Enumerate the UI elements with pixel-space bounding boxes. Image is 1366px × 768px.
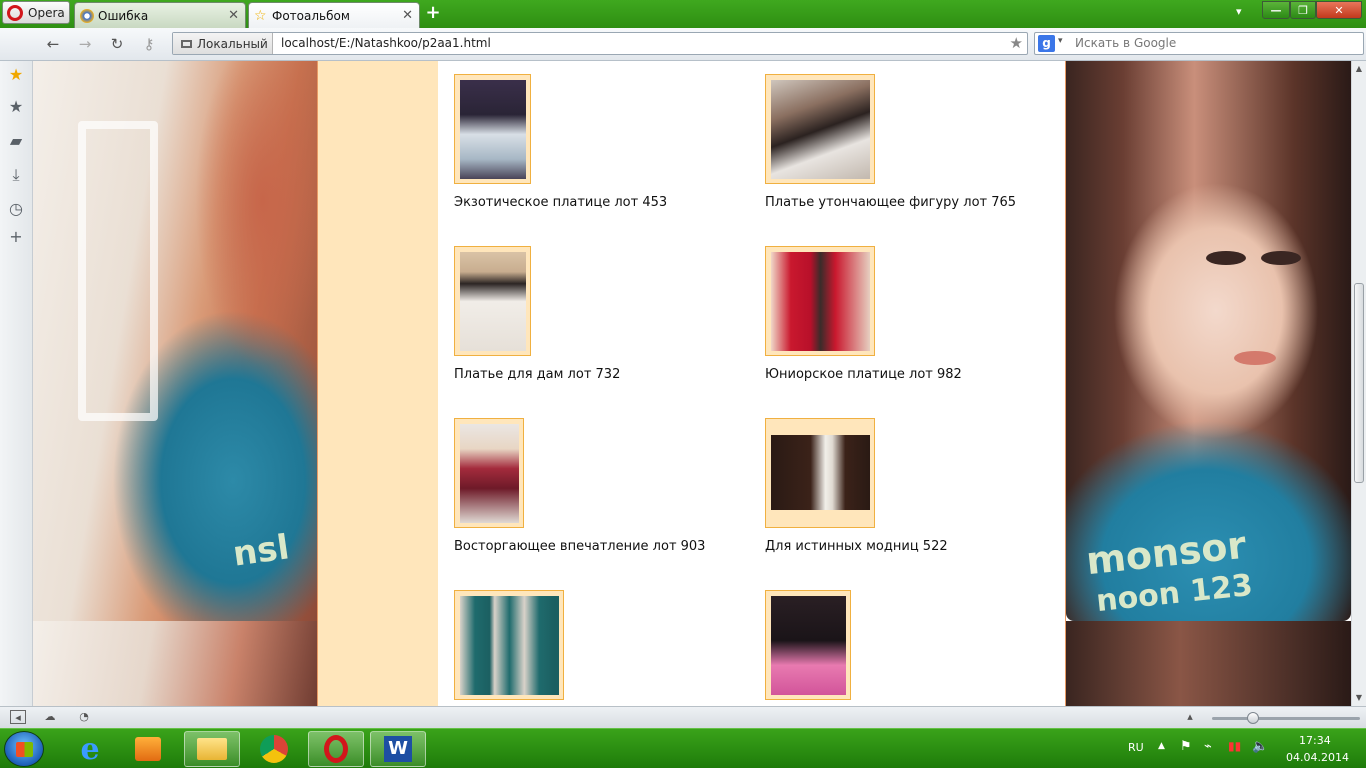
dress-photo (460, 80, 526, 179)
windows-logo-icon (16, 742, 33, 757)
power-plug-icon[interactable]: ⌁ (1204, 739, 1212, 754)
side-panel: ★ ★ ▰ ⤓ ◷ + (0, 61, 33, 706)
background-photo-right: monsor noon 123 (1066, 61, 1351, 621)
close-icon[interactable]: ✕ (402, 8, 413, 23)
word-icon[interactable]: W (370, 731, 426, 767)
zoom-slider-track[interactable] (1212, 717, 1360, 720)
network-signal-icon[interactable]: ▮▮ (1228, 739, 1241, 753)
close-icon[interactable]: ✕ (228, 8, 239, 23)
language-indicator[interactable]: RU (1128, 741, 1144, 754)
media-player-icon[interactable] (120, 731, 176, 767)
back-button[interactable]: ← (42, 34, 64, 54)
tab-error[interactable]: Ошибка ✕ (74, 2, 246, 28)
forward-button[interactable]: → (74, 34, 96, 54)
photo-thumbnail[interactable] (765, 590, 851, 700)
browser-titlebar: Opera Ошибка ✕ ☆ Фотоальбом ✕ + ▾ — ❐ ✕ (0, 0, 1366, 29)
scroll-down-arrow-icon[interactable]: ▼ (1354, 693, 1364, 702)
close-window-button[interactable]: ✕ (1316, 1, 1362, 19)
photo-thumbnail[interactable] (454, 74, 531, 184)
photo-thumbnail[interactable] (454, 418, 524, 528)
minimize-button[interactable]: — (1262, 1, 1290, 19)
bookmark-star-icon[interactable]: ★ (1010, 34, 1023, 52)
add-panel-icon[interactable]: + (6, 227, 26, 247)
start-button[interactable] (4, 731, 44, 767)
opera-menu-label: Opera (28, 5, 65, 20)
downloads-icon[interactable]: ⤓ (6, 165, 26, 185)
monitor-icon (181, 39, 192, 48)
zoom-arrow-icon[interactable]: ▴ (1182, 710, 1198, 724)
photo-thumbnail[interactable] (765, 418, 875, 528)
clock-time[interactable]: 17:34 (1299, 734, 1331, 747)
explorer-folder-icon[interactable] (184, 731, 240, 767)
notes-icon[interactable]: ▰ (6, 131, 26, 151)
dress-photo (771, 252, 870, 351)
star-icon: ☆ (254, 8, 267, 24)
search-placeholder: Искать в Google (1075, 36, 1177, 50)
reload-button[interactable]: ↻ (106, 34, 128, 54)
new-tab-button[interactable]: + (424, 3, 442, 23)
photo-caption: Восторгающее впечатление лот 903 (454, 539, 706, 554)
page-viewport: nsl monsor noon 123 Экзотическое платице… (33, 61, 1351, 706)
clock-date[interactable]: 04.04.2014 (1286, 751, 1349, 764)
opera-menu-button[interactable]: Opera (2, 1, 70, 24)
maximize-button[interactable]: ❐ (1290, 1, 1316, 19)
windows-taskbar: e W RU ▲ ⚑ ⌁ ▮▮ 🔈 17:34 04.04.2014 (0, 728, 1366, 768)
photo-thumbnail[interactable] (454, 246, 531, 356)
key-icon[interactable]: ⚷ (138, 34, 160, 54)
tab-title: Фотоальбом (272, 9, 350, 23)
zoom-slider-thumb[interactable] (1247, 712, 1259, 724)
status-bar: ◂ ☁ ◔ ▴ (0, 706, 1366, 728)
photo-thumbnail[interactable] (765, 246, 875, 356)
google-icon[interactable]: g (1038, 35, 1055, 52)
security-badge[interactable]: Локальный (173, 33, 273, 54)
history-clock-icon[interactable]: ◷ (6, 199, 26, 219)
photo-thumbnail[interactable] (765, 74, 875, 184)
action-center-flag-icon[interactable]: ⚑ (1180, 739, 1192, 754)
dress-photo (460, 252, 526, 351)
photo-caption: Платье утончающее фигуру лот 765 (765, 195, 1017, 210)
dress-photo (771, 596, 846, 695)
internet-explorer-icon[interactable]: e (62, 731, 118, 767)
dress-photo (460, 424, 519, 523)
background-photo-left: nsl (33, 61, 317, 621)
speed-dial-star-icon[interactable]: ★ (6, 65, 26, 85)
url-text[interactable]: localhost/E:/Natashkoo/p2aa1.html (281, 36, 491, 50)
vertical-scrollbar[interactable]: ▲ ▼ (1351, 61, 1366, 706)
tab-title: Ошибка (98, 8, 149, 23)
dress-photo (771, 80, 870, 179)
security-label: Локальный (197, 36, 268, 51)
photo-caption: Платье для дам лот 732 (454, 367, 621, 382)
bookmarks-star-icon[interactable]: ★ (6, 97, 26, 117)
navigation-toolbar: ← → ↻ ⚷ Локальный localhost/E:/Natashkoo… (0, 28, 1366, 61)
photo-thumbnail[interactable] (454, 590, 564, 700)
left-sidebar-bar (318, 61, 438, 706)
background-photo-left-tile (33, 621, 317, 706)
dress-photo (771, 435, 870, 510)
turbo-gauge-icon[interactable]: ◔ (76, 710, 92, 724)
panel-toggle-icon[interactable]: ◂ (10, 710, 26, 724)
photo-caption: Юниорское платице лот 982 (765, 367, 962, 382)
globe-icon (80, 8, 94, 23)
chevron-down-icon[interactable]: ▾ (1236, 5, 1242, 18)
background-photo-right-tile (1066, 621, 1351, 706)
scrollbar-thumb[interactable] (1354, 283, 1364, 483)
chevron-down-icon[interactable]: ▾ (1058, 36, 1063, 46)
opera-logo-icon (7, 4, 23, 21)
address-field[interactable]: Локальный localhost/E:/Natashkoo/p2aa1.h… (172, 32, 1028, 55)
chrome-icon[interactable] (246, 731, 302, 767)
volume-icon[interactable]: 🔈 (1252, 739, 1268, 754)
scroll-up-arrow-icon[interactable]: ▲ (1354, 64, 1364, 73)
gallery-page: Экзотическое платице лот 453 Платье утон… (317, 61, 1066, 706)
opera-taskbar-icon[interactable] (308, 731, 364, 767)
photo-caption: Экзотическое платице лот 453 (454, 195, 668, 210)
search-field[interactable]: g ▾ Искать в Google (1034, 32, 1364, 55)
tab-photoalbum[interactable]: ☆ Фотоальбом ✕ (248, 2, 420, 29)
photo-caption: Для истинных модниц 522 (765, 539, 948, 554)
show-hidden-icons-icon[interactable]: ▲ (1158, 741, 1165, 751)
opera-unite-cloud-icon[interactable]: ☁ (42, 710, 58, 724)
dress-photo (460, 596, 559, 695)
